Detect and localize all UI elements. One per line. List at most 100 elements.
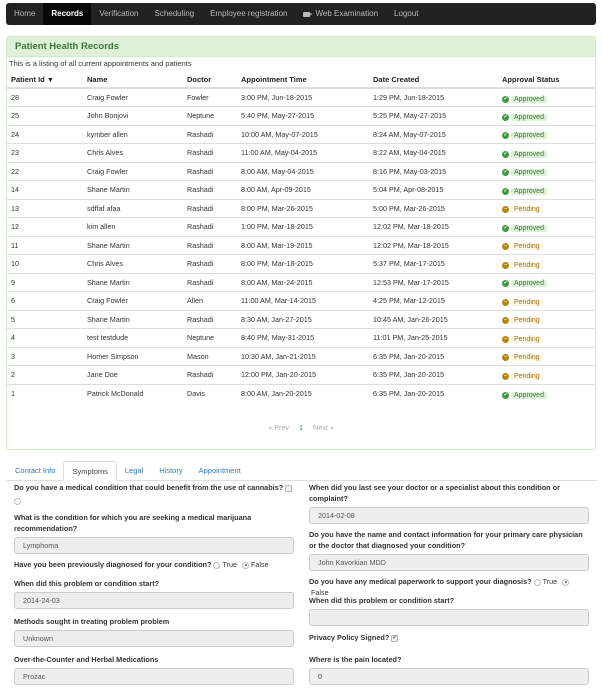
column-header-date-created[interactable]: Date Created bbox=[369, 71, 498, 89]
table-row[interactable]: 12 kim allen Rashadi 1:00 PM, Mar-18-2015 12… bbox=[7, 217, 595, 236]
doctor-cell: Rashadi bbox=[183, 180, 237, 199]
nav-records[interactable]: Records bbox=[43, 3, 92, 25]
methods-field[interactable]: Unknown bbox=[14, 630, 294, 647]
name-cell: sdffaf afaa bbox=[83, 198, 183, 218]
diagnosed-false-radio[interactable] bbox=[242, 561, 250, 569]
doctor-cell: Rashadi bbox=[183, 309, 237, 329]
tab-legal[interactable]: Legal bbox=[117, 462, 151, 480]
tab-contact-info[interactable]: Contact Info bbox=[7, 462, 63, 480]
condition-field[interactable]: Lymphoma bbox=[14, 537, 294, 554]
nav-verification[interactable]: Verification bbox=[91, 3, 146, 25]
appointment-time-cell: 10:00 AM, May-07-2015 bbox=[237, 124, 369, 144]
otc-label: Over-the-Counter and Herbal Medications bbox=[14, 655, 159, 664]
prev-page-link[interactable]: « Prev bbox=[268, 423, 289, 432]
table-row[interactable]: 23 Chris Alves Rashadi 11:00 AM, May-04-201… bbox=[7, 143, 595, 162]
page-link-current[interactable]: 1 bbox=[299, 423, 303, 432]
tab-symptoms[interactable]: Symptoms bbox=[63, 461, 117, 481]
approval-status-cell: ✓ Approved bbox=[498, 124, 595, 144]
minus-circle-icon: – bbox=[502, 317, 509, 325]
approval-status-cell: ✓ Approved bbox=[498, 383, 595, 403]
records-panel: Patient Health Records This is a listing… bbox=[6, 36, 596, 450]
doctor-cell: Rashadi bbox=[183, 272, 237, 292]
cannabis-radio[interactable] bbox=[14, 498, 21, 506]
patient-id-cell: 23 bbox=[7, 143, 83, 162]
otc-field[interactable]: Prozac bbox=[14, 668, 294, 685]
minus-circle-icon: – bbox=[502, 335, 509, 343]
nav-employee-registration[interactable]: Employee registration bbox=[202, 3, 295, 25]
status-badge: ✓ Approved bbox=[502, 113, 547, 121]
last-seen-field[interactable]: 2014-02-08 bbox=[309, 507, 589, 524]
table-row[interactable]: 4 test testdude Neptune 8:40 PM, May-31-201… bbox=[7, 328, 595, 347]
patient-id-cell: 28 bbox=[7, 87, 83, 107]
paperwork-false-radio[interactable] bbox=[562, 578, 570, 586]
diagnosed-true-radio[interactable] bbox=[213, 561, 221, 569]
table-row[interactable]: 28 Craig Fowler Fowler 3:00 PM, Jun-18-2015… bbox=[7, 87, 595, 107]
minus-circle-icon: – bbox=[502, 354, 509, 362]
tab-history[interactable]: History bbox=[151, 462, 190, 480]
table-row[interactable]: 11 Shane Martin Rashadi 8:00 AM, Mar-19-201… bbox=[7, 235, 595, 255]
privacy-checkbox[interactable]: ✓ bbox=[391, 634, 399, 642]
pagination: « Prev 1 Next » bbox=[7, 423, 595, 432]
next-page-link[interactable]: Next » bbox=[313, 423, 334, 432]
table-row[interactable]: 9 Shane Martin Rashadi 8:00 AM, Mar-24-2015… bbox=[7, 272, 595, 292]
table-row[interactable]: 1 Patrick McDonald Davis 8:00 AM, Jan-20-20… bbox=[7, 383, 595, 403]
status-badge: ✓ Approved bbox=[502, 95, 547, 103]
date-created-cell: 12:02 PM, Mar-18-2015 bbox=[369, 217, 498, 236]
table-row[interactable]: 25 John Bonjovi Neptune 5:40 PM, May-27-201… bbox=[7, 106, 595, 125]
table-row[interactable]: 22 Craig Fowler Rashadi 8:00 AM, May-04-201… bbox=[7, 161, 595, 181]
date-created-cell: 12:02 PM, Mar-18-2015 bbox=[369, 235, 498, 255]
paperwork-true-radio[interactable] bbox=[533, 578, 541, 586]
column-header-approval-status[interactable]: Approval Status bbox=[498, 71, 595, 89]
status-label: Approved bbox=[511, 132, 547, 140]
diagnosed-false-label: False bbox=[251, 560, 269, 569]
table-row[interactable]: 13 sdffaf afaa Rashadi 8:00 PM, Mar-26-2015… bbox=[7, 198, 595, 218]
column-header-name[interactable]: Name bbox=[83, 71, 183, 89]
table-header-row: Patient Id ▼ Name Doctor Appointment Tim… bbox=[7, 71, 595, 89]
table-row[interactable]: 3 Homer Simpson Mason 10:30 AM, Jan-21-2015… bbox=[7, 346, 595, 366]
cannabis-checkbox[interactable] bbox=[285, 484, 293, 492]
status-badge: ✓ Approved bbox=[502, 391, 547, 399]
table-row[interactable]: 24 kymber allen Rashadi 10:00 AM, May-07-20… bbox=[7, 124, 595, 144]
start-date-group: When did this problem or condition start… bbox=[14, 578, 294, 609]
status-label: Approved bbox=[511, 95, 547, 103]
tab-appointment[interactable]: Appointment bbox=[191, 462, 249, 480]
doctor-cell: Rashadi bbox=[183, 254, 237, 273]
column-header-appointment-time[interactable]: Appointment Time bbox=[237, 71, 369, 89]
table-row[interactable]: 6 Craig Fowler Allen 11:00 AM, Mar-14-2015 4… bbox=[7, 291, 595, 310]
table-row[interactable]: 10 Chris Alves Rashadi 8:00 PM, Mar-18-2015… bbox=[7, 254, 595, 273]
otc-group: Over-the-Counter and Herbal Medications … bbox=[14, 654, 294, 685]
cannabis-question-group: Do you have a medical condition that cou… bbox=[14, 482, 293, 506]
date-created-cell: 6:35 PM, Jan-20-2015 bbox=[369, 346, 498, 366]
status-badge: – Pending bbox=[502, 206, 543, 214]
appointment-time-cell: 3:00 PM, Jun-18-2015 bbox=[237, 87, 369, 107]
start-date-field[interactable]: 2014-24-03 bbox=[14, 592, 294, 609]
table-row[interactable]: 14 Shane Martin Rashadi 8:00 AM, Apr-09-201… bbox=[7, 180, 595, 199]
nav-scheduling[interactable]: Scheduling bbox=[147, 3, 203, 25]
doctor-cell: Fowler bbox=[183, 87, 237, 107]
start-date-2-field[interactable] bbox=[309, 609, 589, 626]
diagnosed-question-label: Have you been previously diagnosed for y… bbox=[14, 560, 212, 569]
patient-id-cell: 10 bbox=[7, 254, 83, 273]
detail-tabs: Contact Info Symptoms Legal History Appo… bbox=[7, 461, 597, 481]
date-created-cell: 4:25 PM, Mar-12-2015 bbox=[369, 291, 498, 310]
check-circle-icon: ✓ bbox=[502, 132, 509, 140]
column-header-patient-id[interactable]: Patient Id ▼ bbox=[7, 71, 83, 89]
physician-field[interactable]: John Kavorkian MDD bbox=[309, 554, 589, 571]
minus-circle-icon: – bbox=[502, 261, 509, 269]
doctor-cell: Rashadi bbox=[183, 198, 237, 218]
nav-web-examination[interactable]: Web Examination bbox=[295, 3, 386, 25]
appointment-time-cell: 12:00 PM, Jan-20-2015 bbox=[237, 365, 369, 384]
pain-field[interactable]: 0 bbox=[309, 668, 589, 685]
date-created-cell: 5:04 PM, Apr-08-2015 bbox=[369, 180, 498, 199]
check-circle-icon: ✓ bbox=[502, 95, 509, 103]
table-row[interactable]: 5 Shane Martin Rashadi 8:30 AM, Jan-27-2015… bbox=[7, 309, 595, 329]
appointment-time-cell: 8:00 AM, May-04-2015 bbox=[237, 161, 369, 181]
nav-home[interactable]: Home bbox=[6, 3, 43, 25]
minus-circle-icon: – bbox=[502, 243, 509, 251]
appointment-time-cell: 11:00 AM, May-04-2015 bbox=[237, 143, 369, 162]
approval-status-cell: – Pending bbox=[498, 254, 595, 273]
nav-logout[interactable]: Logout bbox=[386, 3, 426, 25]
column-header-doctor[interactable]: Doctor bbox=[183, 71, 237, 89]
status-badge: ✓ Approved bbox=[502, 187, 547, 195]
table-row[interactable]: 2 Jane Doe Rashadi 12:00 PM, Jan-20-2015 6:3… bbox=[7, 365, 595, 384]
